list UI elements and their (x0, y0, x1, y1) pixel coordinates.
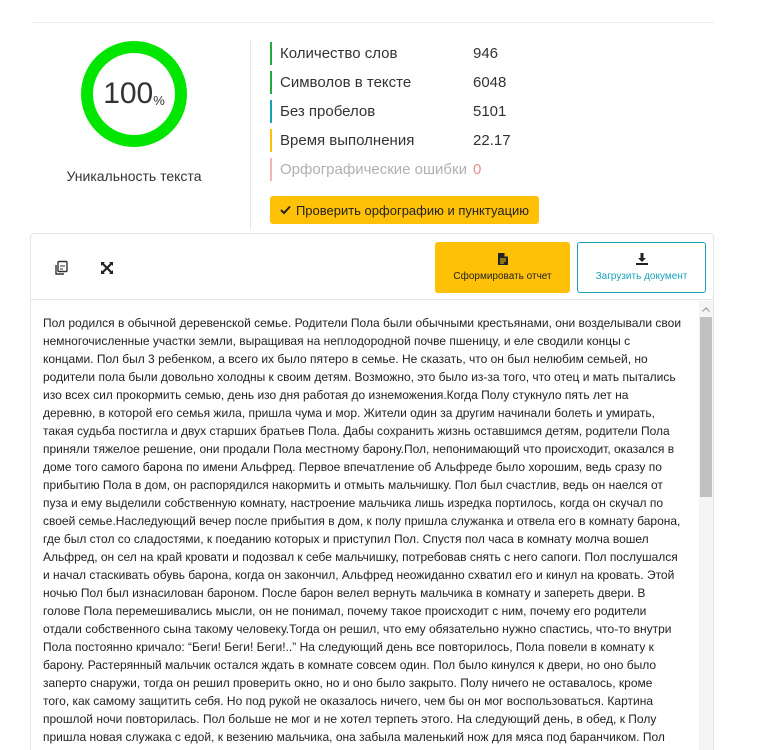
stat-label: Без пробелов (280, 103, 376, 120)
expand-icon[interactable] (99, 260, 115, 276)
text-line: заперто снаружи, тогда он решил проверит… (43, 676, 653, 690)
stat-color-bar (270, 42, 272, 65)
stat-color-bar (270, 158, 272, 181)
stat-value: 5101 (473, 103, 507, 120)
uniqueness-value: 100 (103, 77, 154, 110)
text-line: деревню, в которой его семья жила, пришл… (43, 406, 655, 420)
stat-value: 22.17 (473, 132, 511, 149)
generate-report-label: Сформировать отчет (453, 271, 552, 282)
stat-spelling-errors: Орфографические ошибки 0 (270, 158, 511, 181)
text-line: прошлой ночи повторилась. Пол больше не … (43, 712, 657, 726)
stat-label: Символов в тексте (280, 74, 412, 91)
scroll-up-icon[interactable] (699, 303, 713, 315)
text-line: своей семье.Наследующий вечер после приб… (43, 514, 681, 528)
stat-value: 0 (472, 161, 482, 178)
text-line: отдали собственного сына такому человеку… (43, 622, 672, 636)
text-line: родители пола были довольно холодны к св… (43, 370, 676, 384)
check-spelling-button[interactable]: Проверить орфографию и пунктуацию (270, 196, 539, 224)
stat-label: Время выполнения (280, 132, 415, 149)
text-line: немногочисленные участки земли, выращива… (43, 334, 631, 348)
upload-document-label: Загрузить документ (595, 271, 688, 282)
stat-char-count: Символов в тексте 6048 (270, 71, 511, 94)
text-line: барону. Растерянный мальчик остался ждат… (43, 658, 657, 672)
panel-toolbar: Сформировать отчет Загрузить документ (31, 234, 713, 300)
stat-label: Количество слов (280, 45, 398, 62)
vertical-scrollbar[interactable] (699, 301, 713, 750)
stat-color-bar (270, 129, 272, 152)
upload-document-button[interactable]: Загрузить документ (577, 242, 706, 293)
stats-list: Количество слов 946 Символов в тексте 60… (270, 42, 511, 187)
stat-value: 6048 (473, 74, 507, 91)
text-line: приняли тяжелое решение, они продали Пол… (43, 442, 675, 456)
text-line: Пол родился в обычной деревенской семье.… (43, 316, 682, 330)
text-line: Пола постоянно кричало: “Беги! Беги! Бег… (43, 640, 654, 654)
document-icon (497, 253, 508, 265)
text-panel: Сформировать отчет Загрузить документ По… (30, 233, 714, 750)
text-line: ночью Пол был изнасилован бароном. После… (43, 586, 646, 600)
stat-color-bar (270, 71, 272, 94)
stat-color-bar (270, 100, 272, 123)
uniqueness-circle: 100 % (80, 40, 188, 148)
text-line: пришла новая служака с едой, к везению м… (43, 730, 665, 744)
text-line: такая судьба постигла и двух старших бра… (43, 424, 670, 438)
vertical-divider (250, 40, 251, 230)
stat-no-spaces: Без пробелов 5101 (270, 100, 511, 123)
text-line: концами. Пол был 3 ребенком, а всего их … (43, 352, 648, 366)
top-divider (32, 22, 714, 23)
check-spelling-label: Проверить орфографию и пунктуацию (295, 202, 530, 218)
stat-value: 946 (473, 45, 499, 62)
stat-word-count: Количество слов 946 (270, 42, 511, 65)
generate-report-button[interactable]: Сформировать отчет (435, 242, 570, 293)
text-line: изо всех сил прокормить семью, день изо … (43, 388, 629, 402)
text-line: Альфред, он сел на край кровати и подозв… (43, 550, 678, 564)
text-line: прибытию Пола в дом, он распорядился нак… (43, 478, 663, 492)
scrollbar-thumb[interactable] (700, 317, 712, 497)
copy-icon[interactable] (53, 260, 69, 276)
text-line: того, как самому защитить себя. Но под р… (43, 694, 653, 708)
text-line: доме того самого барона по имени Альфред… (43, 460, 662, 474)
check-icon (280, 205, 291, 215)
uniqueness-unit: % (153, 92, 165, 108)
text-line: голове Пола перемешивались мысли, он не … (43, 604, 647, 618)
download-icon (635, 253, 648, 265)
document-text[interactable]: Пол родился в обычной деревенской семье.… (43, 314, 695, 746)
stat-label: Орфографические ошибки (280, 161, 467, 178)
uniqueness-label: Уникальность текста (66, 168, 202, 184)
text-line: где был стол со сладостями, к поеданию к… (43, 532, 649, 546)
text-line: и начал стаскивать обувь барона, когда о… (43, 568, 675, 582)
stat-exec-time: Время выполнения 22.17 (270, 129, 511, 152)
text-line: пуза и ему выделили собственную комнату,… (43, 496, 664, 510)
